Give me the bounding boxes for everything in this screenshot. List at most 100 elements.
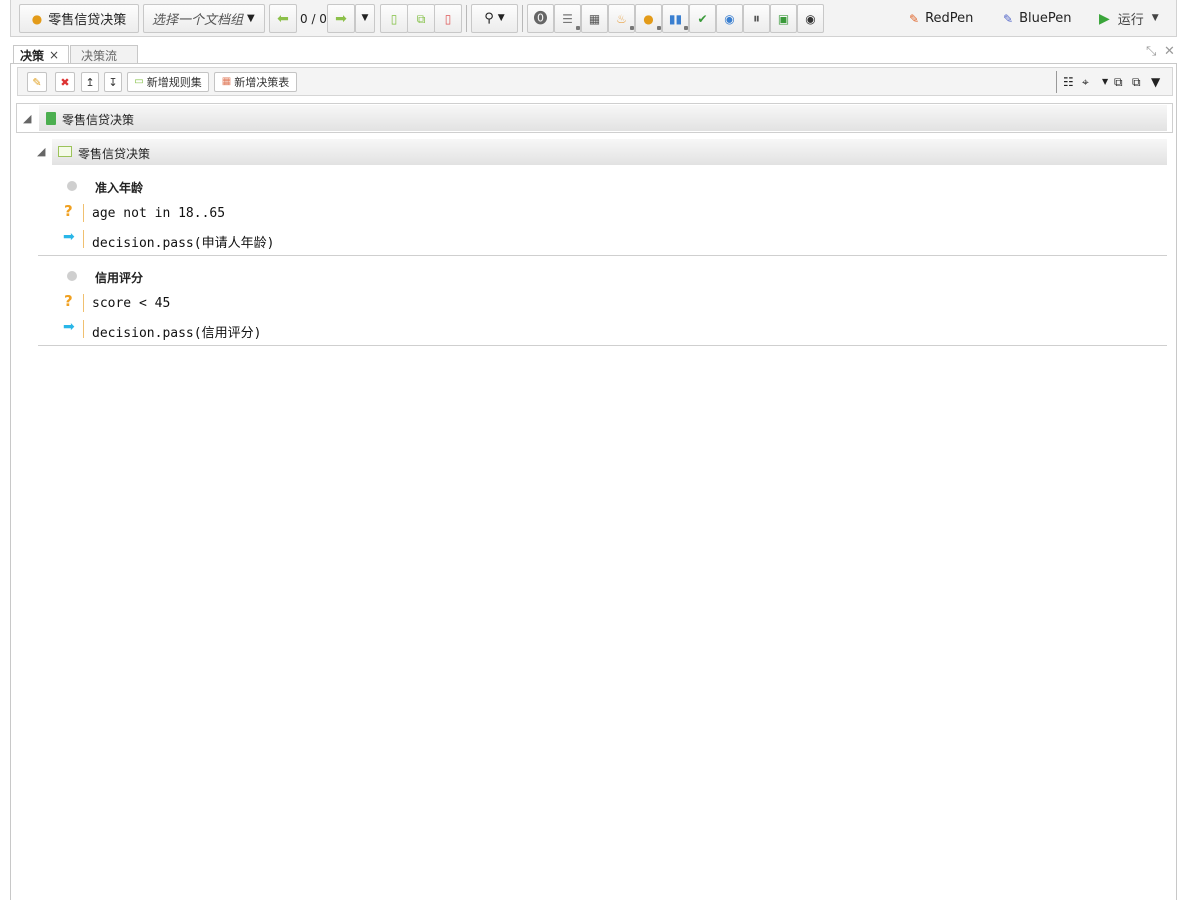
- red-pen-label: RedPen: [925, 11, 974, 26]
- red-pen-icon: ✎: [909, 11, 920, 26]
- pause-icon: ⏸: [753, 10, 760, 27]
- document-group-placeholder: 选择一个文档组: [152, 13, 244, 28]
- eye-icon: ◉: [805, 11, 816, 26]
- action-arrow-icon: ➡: [63, 319, 75, 335]
- tab-decision-flow-label: 决策流: [81, 48, 118, 63]
- rule-condition[interactable]: age not in 18..65: [92, 206, 225, 221]
- next-button[interactable]: ➡: [327, 4, 355, 33]
- green-book-icon: [46, 112, 56, 125]
- search-button[interactable]: ⚲ ▼: [471, 4, 518, 33]
- condition-divider: [83, 204, 84, 222]
- add-decision-table-label: 新增决策表: [234, 76, 290, 89]
- page-counter: 0 / 0: [300, 11, 327, 26]
- add-decision-table-button[interactable]: ▦ 新增决策表: [214, 72, 297, 92]
- arrow-up-icon: ↥: [85, 75, 95, 89]
- chevron-down-icon: ▼: [247, 12, 255, 24]
- arrow-down-icon: ↧: [108, 75, 118, 89]
- condition-divider: [83, 294, 84, 312]
- ruleset-row[interactable]: 零售信贷决策: [52, 139, 1167, 165]
- locate-icon[interactable]: ⌖: [1082, 75, 1089, 90]
- rule-action[interactable]: decision.pass(信用评分): [92, 322, 261, 341]
- pencil-icon: ✎: [32, 75, 42, 89]
- project-label: 零售信贷决策: [48, 13, 127, 28]
- tab-decision-label: 决策: [20, 48, 45, 63]
- tab-decision-flow[interactable]: 决策流: [70, 45, 138, 64]
- delete-file-icon: ▯: [444, 11, 452, 26]
- play-frame-icon: ▣: [777, 11, 790, 26]
- tree-root-row[interactable]: ◢ 零售信贷决策: [16, 103, 1173, 133]
- collapse-all-icon[interactable]: ⧉: [1132, 75, 1141, 90]
- chevron-down-icon: ▼: [1151, 13, 1159, 23]
- ruleset-label: 零售信贷决策: [78, 147, 151, 161]
- filter-icon[interactable]: ▼: [1151, 75, 1160, 89]
- rule-title[interactable]: 信用评分: [95, 269, 143, 286]
- rule-condition[interactable]: score < 45: [92, 296, 170, 311]
- checkmark-icon: ✔: [697, 11, 708, 26]
- arrow-right-icon: ➡: [335, 10, 347, 27]
- copy-file-icon: ⧉: [416, 11, 426, 26]
- rule-status-bullet: [67, 271, 77, 281]
- preview-button[interactable]: ◉: [797, 4, 824, 33]
- add-ruleset-label: 新增规则集: [146, 76, 202, 89]
- location-pin-icon: ◉: [724, 11, 735, 26]
- expand-all-icon[interactable]: ⧉: [1114, 75, 1123, 90]
- previous-button[interactable]: ⬅: [269, 4, 297, 33]
- copy-document-button[interactable]: ⧉: [407, 4, 435, 33]
- chevron-down-icon: ▼: [497, 13, 505, 23]
- cake-icon: ♨: [616, 11, 627, 26]
- new-document-button[interactable]: ▯: [380, 4, 408, 33]
- add-ruleset-button[interactable]: ▭ 新增规则集: [127, 72, 209, 92]
- rule-title[interactable]: 准入年龄: [95, 179, 143, 196]
- delete-document-button[interactable]: ▯: [434, 4, 462, 33]
- move-up-button[interactable]: ↥: [81, 72, 99, 92]
- close-icon[interactable]: ✕: [1164, 44, 1175, 59]
- list-icon[interactable]: ☷: [1063, 75, 1074, 89]
- lightbulb-icon: ●: [31, 11, 43, 26]
- editor-panel: [10, 63, 1177, 900]
- play-frame-button[interactable]: ▣: [770, 4, 797, 33]
- collapse-triangle-icon[interactable]: ◢: [23, 112, 31, 125]
- project-button[interactable]: ● 零售信贷决策: [19, 4, 139, 33]
- tab-decision[interactable]: 决策 ×: [13, 45, 69, 64]
- ruleset-book-icon: [58, 146, 72, 157]
- delete-button[interactable]: ✖: [55, 72, 75, 92]
- alert-icon: ⓿: [533, 10, 548, 27]
- chevron-down-icon[interactable]: ▼: [1102, 77, 1108, 86]
- condition-icon: ?: [64, 292, 73, 310]
- play-icon: ▶: [1099, 10, 1110, 27]
- action-divider: [83, 320, 84, 338]
- pause-button[interactable]: ⏸: [743, 4, 770, 33]
- dropdown-dot: [630, 26, 634, 30]
- rule-divider: [38, 255, 1167, 256]
- rule-divider: [38, 345, 1167, 346]
- collapse-triangle-icon[interactable]: ◢: [37, 145, 45, 158]
- alert-button[interactable]: ⓿: [527, 4, 554, 33]
- action-divider: [83, 230, 84, 248]
- table-view-button[interactable]: ▦: [581, 4, 608, 33]
- location-button[interactable]: ◉: [716, 4, 743, 33]
- chevron-down-icon: ▼: [361, 13, 369, 23]
- validate-button[interactable]: ✔: [689, 4, 716, 33]
- close-icon[interactable]: ×: [49, 48, 59, 62]
- condition-icon: ?: [64, 202, 73, 220]
- nav-dropdown-button[interactable]: ▼: [355, 4, 375, 33]
- rule-action[interactable]: decision.pass(申请人年龄): [92, 232, 274, 251]
- delete-icon: ✖: [60, 75, 70, 89]
- table-icon: ▦: [588, 11, 601, 26]
- toolbar-separator: [466, 5, 467, 32]
- red-pen-button[interactable]: ✎ RedPen: [909, 4, 973, 33]
- tree-root-label: 零售信贷决策: [62, 113, 135, 127]
- action-arrow-icon: ➡: [63, 229, 75, 245]
- blue-pen-button[interactable]: ✎ BluePen: [1003, 4, 1071, 33]
- minimize-icon[interactable]: ⤡: [1146, 44, 1156, 59]
- bar-chart-icon: ▮▮: [668, 11, 683, 26]
- dropdown-dot: [657, 26, 661, 30]
- run-button[interactable]: ▶ 运行 ▼: [1099, 4, 1159, 33]
- dropdown-dot: [684, 26, 688, 30]
- document-group-select[interactable]: 选择一个文档组 ▼: [143, 4, 265, 33]
- lightbulb-icon: ●: [643, 11, 654, 26]
- blue-pen-icon: ✎: [1003, 11, 1014, 26]
- search-icon: ⚲: [484, 11, 494, 26]
- move-down-button[interactable]: ↧: [104, 72, 122, 92]
- edit-button[interactable]: ✎: [27, 72, 47, 92]
